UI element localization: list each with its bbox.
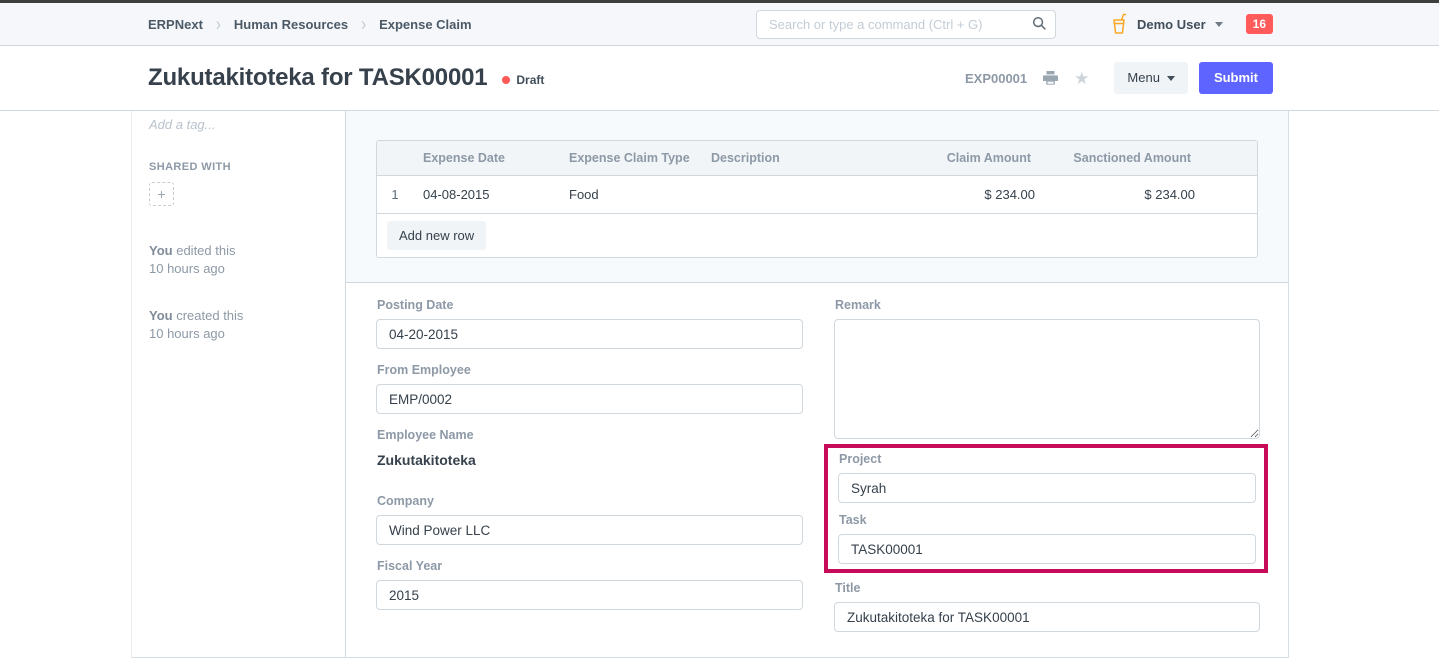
form-body: Expense Date Expense Claim Type Descript… (346, 111, 1288, 657)
from-employee-label: From Employee (377, 363, 803, 377)
menu-button-label: Menu (1127, 70, 1160, 86)
notification-badge[interactable]: 16 (1246, 14, 1273, 34)
task-field[interactable] (838, 534, 1256, 564)
cell-sanctioned-amount[interactable]: $ 234.00 (1045, 176, 1205, 213)
add-tag-input[interactable]: Add a tag... (149, 117, 325, 132)
details-section: Posting Date From Employee Employee Name… (346, 283, 1288, 646)
user-avatar-icon (1110, 13, 1128, 35)
menu-button[interactable]: Menu (1114, 62, 1188, 94)
shared-with-label: SHARED WITH (149, 161, 325, 173)
from-employee-field[interactable] (376, 384, 803, 414)
breadcrumb-expense-claim[interactable]: Expense Claim (379, 17, 472, 32)
column-header-description: Description (701, 141, 860, 175)
activity-who: You (149, 308, 173, 323)
document-id: EXP00001 (965, 71, 1027, 86)
status-dot-icon (502, 76, 510, 84)
chevron-right-icon: › (361, 13, 366, 35)
company-label: Company (377, 494, 803, 508)
add-share-button[interactable]: + (149, 182, 174, 206)
activity-who: You (149, 243, 173, 258)
cell-description[interactable] (701, 176, 860, 213)
project-field[interactable] (838, 473, 1256, 503)
page-head: Zukutakitoteka for TASK00001 Draft EXP00… (0, 46, 1439, 111)
user-name: Demo User (1137, 17, 1206, 32)
project-label: Project (839, 452, 1256, 466)
posting-date-field[interactable] (376, 319, 803, 349)
column-header-spacer (1205, 141, 1257, 175)
table-row[interactable]: 1 04-08-2015 Food $ 234.00 $ 234.00 (377, 176, 1257, 214)
status-label: Draft (516, 73, 544, 87)
chevron-down-icon (1215, 22, 1223, 27)
breadcrumb-erpnext[interactable]: ERPNext (148, 17, 203, 32)
activity-edited: You edited this 10 hours ago (149, 242, 325, 277)
cell-claim-type[interactable]: Food (559, 176, 701, 213)
posting-date-label: Posting Date (377, 298, 803, 312)
status-indicator: Draft (502, 69, 544, 87)
column-header-sanctioned-amount: Sanctioned Amount (1045, 141, 1205, 175)
activity-action: created this (176, 308, 243, 323)
expenses-section: Expense Date Expense Claim Type Descript… (346, 111, 1288, 283)
fiscal-year-label: Fiscal Year (377, 559, 803, 573)
breadcrumb-human-resources[interactable]: Human Resources (234, 17, 348, 32)
print-icon[interactable] (1040, 68, 1061, 88)
remark-field[interactable] (834, 319, 1260, 439)
cell-claim-amount[interactable]: $ 234.00 (860, 176, 1045, 213)
search-icon[interactable] (1032, 16, 1047, 34)
user-menu[interactable]: Demo User (1110, 13, 1223, 35)
title-label: Title (835, 581, 1260, 595)
employee-name-value: Zukutakitoteka (376, 449, 803, 468)
favourite-star-icon[interactable]: ★ (1072, 68, 1091, 89)
activity-created: You created this 10 hours ago (149, 307, 325, 342)
chevron-right-icon: › (216, 13, 221, 35)
task-label: Task (839, 513, 1256, 527)
annotation-highlight-box: Project Task (824, 444, 1268, 573)
row-index: 1 (377, 176, 413, 213)
employee-name-label: Employee Name (377, 428, 803, 442)
page-title: Zukutakitoteka for TASK00001 (148, 64, 487, 92)
form-page-container: Add a tag... SHARED WITH + You edited th… (131, 111, 1289, 658)
submit-button[interactable]: Submit (1199, 62, 1273, 94)
navbar: ERPNext › Human Resources › Expense Clai… (0, 3, 1439, 46)
breadcrumb: ERPNext › Human Resources › Expense Clai… (148, 16, 472, 33)
add-new-row-button[interactable]: Add new row (387, 221, 486, 250)
title-field[interactable] (834, 602, 1260, 632)
column-header-idx (377, 141, 413, 175)
expense-grid-header-row: Expense Date Expense Claim Type Descript… (377, 141, 1257, 176)
expense-grid-footer: Add new row (377, 214, 1257, 257)
company-field[interactable] (376, 515, 803, 545)
fiscal-year-field[interactable] (376, 580, 803, 610)
cell-expense-date[interactable]: 04-08-2015 (413, 176, 559, 213)
form-sidebar: Add a tag... SHARED WITH + You edited th… (132, 111, 346, 657)
activity-when: 10 hours ago (149, 261, 225, 276)
activity-when: 10 hours ago (149, 326, 225, 341)
chevron-down-icon (1167, 76, 1175, 81)
column-header-claim-type: Expense Claim Type (559, 141, 701, 175)
expense-grid: Expense Date Expense Claim Type Descript… (376, 140, 1258, 258)
column-header-claim-amount: Claim Amount (860, 141, 1045, 175)
activity-action: edited this (176, 243, 235, 258)
cell-spacer (1205, 176, 1257, 213)
global-search (756, 10, 1056, 39)
search-input[interactable] (756, 10, 1056, 39)
column-header-expense-date: Expense Date (413, 141, 559, 175)
remark-label: Remark (835, 298, 1260, 312)
